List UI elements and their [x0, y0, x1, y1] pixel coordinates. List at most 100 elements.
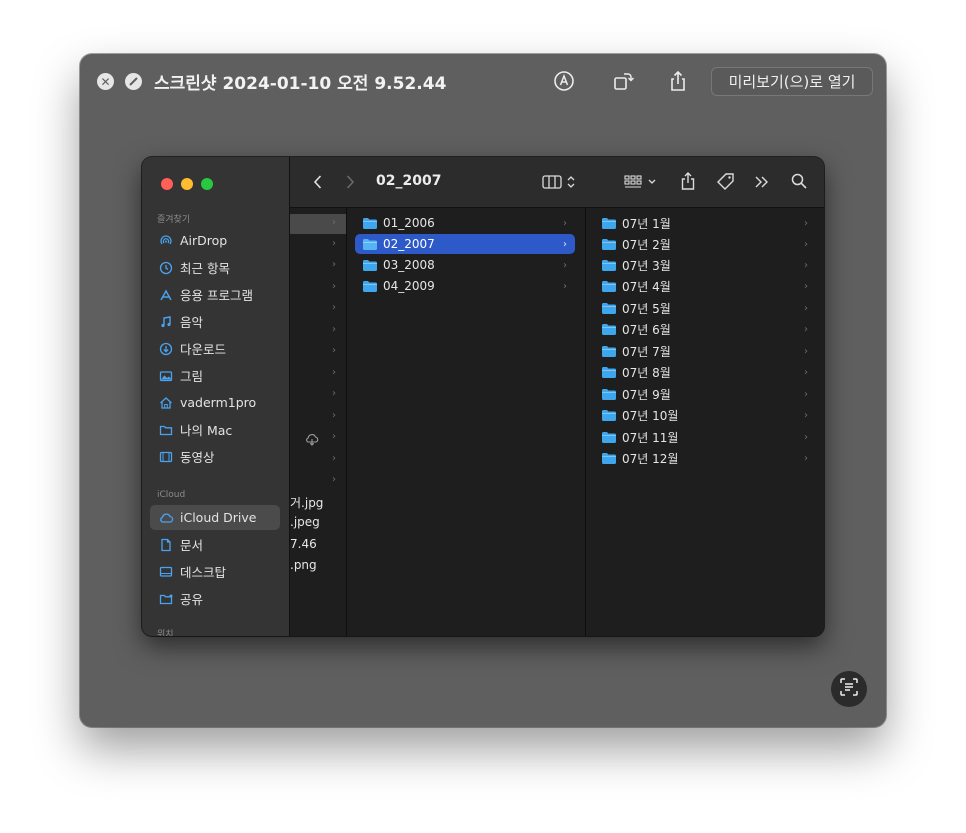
window-title: 스크린샷 2024-01-10 오전 9.52.44 [154, 74, 447, 94]
applications-icon [158, 287, 174, 303]
quick-look-window: ✕ 스크린샷 2024-01-10 오전 9.52.44 미리보기(으)로 열기… [80, 54, 886, 727]
sidebar-item-applications[interactable]: 응용 프로그램 [150, 282, 280, 307]
folder-icon [602, 280, 616, 292]
list-item[interactable]: › [290, 364, 346, 384]
minimize-dot [181, 178, 193, 190]
folder-row-month-7[interactable]: 07년 7월 › [594, 341, 816, 361]
folder-row-month-10[interactable]: 07년 10월 › [594, 405, 816, 425]
column-1: › › › › › › › › › › › › › 거.jpg .jpeg 7.… [290, 208, 347, 636]
list-item[interactable]: › [290, 407, 346, 427]
folder-row-month-1[interactable]: 07년 1월 › [594, 213, 816, 233]
movies-icon [158, 449, 174, 465]
folder-icon [602, 345, 616, 357]
search-icon[interactable] [790, 172, 808, 194]
folder-icon [602, 366, 616, 378]
list-item[interactable]: › [290, 428, 346, 448]
group-icon[interactable] [624, 174, 660, 194]
folder-icon [363, 238, 377, 250]
folder-row-month-8[interactable]: 07년 8월 › [594, 362, 816, 382]
folder-icon [602, 217, 616, 229]
share-icon[interactable] [679, 171, 697, 195]
folder-icon [602, 323, 616, 335]
close-icon[interactable]: ✕ [97, 73, 114, 90]
list-item[interactable]: › [290, 342, 346, 362]
folder-row-month-5[interactable]: 07년 5월 › [594, 298, 816, 318]
list-item[interactable]: › [290, 256, 346, 276]
forward-icon[interactable] [344, 173, 356, 195]
sidebar-item-recents[interactable]: 최근 항목 [150, 255, 280, 280]
download-icon [158, 341, 174, 357]
file-name[interactable]: 거.jpg [290, 494, 323, 511]
chevron-right-icon: › [804, 409, 808, 421]
chevron-right-icon: › [563, 280, 567, 292]
finder-sidebar: 즐겨찾기 AirDrop 최근 항목 응용 프로그램 음악 다운로드 그림 va… [142, 157, 290, 636]
chevron-right-icon: › [804, 280, 808, 292]
folder-icon [363, 217, 377, 229]
sidebar-item-pictures[interactable]: 그림 [150, 363, 280, 388]
folder-icon [363, 259, 377, 271]
shared-folder-icon [158, 591, 174, 607]
sidebar-item-desktop[interactable]: 데스크탑 [150, 559, 280, 584]
folder-row-month-9[interactable]: 07년 9월 › [594, 384, 816, 404]
back-icon[interactable] [312, 173, 324, 195]
finder-toolbar: 02_2007 [290, 157, 824, 208]
zoom-dot [201, 178, 213, 190]
folder-row-04-2009[interactable]: 04_2009 › [355, 276, 575, 296]
markup-icon[interactable] [552, 69, 576, 93]
sidebar-item-home[interactable]: vaderm1pro [150, 390, 280, 415]
list-item[interactable]: › [290, 278, 346, 298]
chevron-right-icon: › [563, 259, 567, 271]
folder-row-02-2007[interactable]: 02_2007 › [355, 234, 575, 254]
list-item[interactable]: › [290, 214, 346, 234]
sidebar-item-movies[interactable]: 동영상 [150, 444, 280, 469]
live-text-icon [839, 677, 859, 701]
tag-icon[interactable] [716, 172, 736, 196]
folder-row-month-6[interactable]: 07년 6월 › [594, 319, 816, 339]
folder-row-03-2008[interactable]: 03_2008 › [355, 255, 575, 275]
open-in-preview-button[interactable]: 미리보기(으)로 열기 [711, 67, 873, 96]
finder-screenshot: 즐겨찾기 AirDrop 최근 항목 응용 프로그램 음악 다운로드 그림 va… [142, 157, 824, 636]
icloud-header: iCloud [157, 490, 186, 500]
folder-row-month-4[interactable]: 07년 4월 › [594, 276, 816, 296]
folder-row-month-11[interactable]: 07년 11월 › [594, 427, 816, 447]
chevron-right-icon: › [804, 259, 808, 271]
desktop-icon [158, 564, 174, 580]
sidebar-item-my-mac[interactable]: 나의 Mac [150, 417, 280, 442]
close-dot [161, 178, 173, 190]
rotate-icon[interactable] [611, 69, 635, 93]
folder-row-01-2006[interactable]: 01_2006 › [355, 213, 575, 233]
clock-icon [158, 260, 174, 276]
folder-icon [602, 431, 616, 443]
list-item[interactable]: › [290, 385, 346, 405]
chevron-right-icon: › [804, 238, 808, 250]
list-item[interactable]: › [290, 321, 346, 341]
live-text-button[interactable] [831, 671, 867, 707]
column-view-icon[interactable] [542, 174, 580, 194]
share-icon[interactable] [666, 69, 690, 93]
sidebar-item-shared[interactable]: 공유 [150, 586, 280, 611]
list-item[interactable]: › [290, 235, 346, 255]
list-item[interactable]: › [290, 471, 346, 491]
sidebar-item-documents[interactable]: 문서 [150, 532, 280, 557]
sidebar-item-music[interactable]: 음악 [150, 309, 280, 334]
chevron-right-icon: › [563, 217, 567, 229]
folder-row-month-12[interactable]: 07년 12월 › [594, 448, 816, 468]
list-item[interactable]: › [290, 299, 346, 319]
folder-row-month-2[interactable]: 07년 2월 › [594, 234, 816, 254]
sidebar-item-downloads[interactable]: 다운로드 [150, 336, 280, 361]
file-name[interactable]: .jpeg [290, 515, 320, 529]
more-icon[interactable] [753, 174, 771, 194]
sidebar-item-icloud-drive[interactable]: iCloud Drive [150, 505, 280, 530]
list-item[interactable]: › [290, 450, 346, 470]
folder-row-month-3[interactable]: 07년 3월 › [594, 255, 816, 275]
column-2: 01_2006 › 02_2007 › 03_2008 › 04_2009 › [347, 208, 586, 636]
locations-header: 위치 [157, 630, 174, 636]
file-name[interactable]: .png [290, 558, 317, 572]
file-name[interactable]: 7.46 [290, 537, 317, 551]
fullscreen-icon[interactable] [125, 73, 142, 90]
favorites-header: 즐겨찾기 [157, 215, 191, 225]
chevron-right-icon: › [804, 217, 808, 229]
sidebar-item-airdrop[interactable]: AirDrop [150, 228, 280, 253]
folder-icon [602, 452, 616, 464]
document-icon [158, 537, 174, 553]
